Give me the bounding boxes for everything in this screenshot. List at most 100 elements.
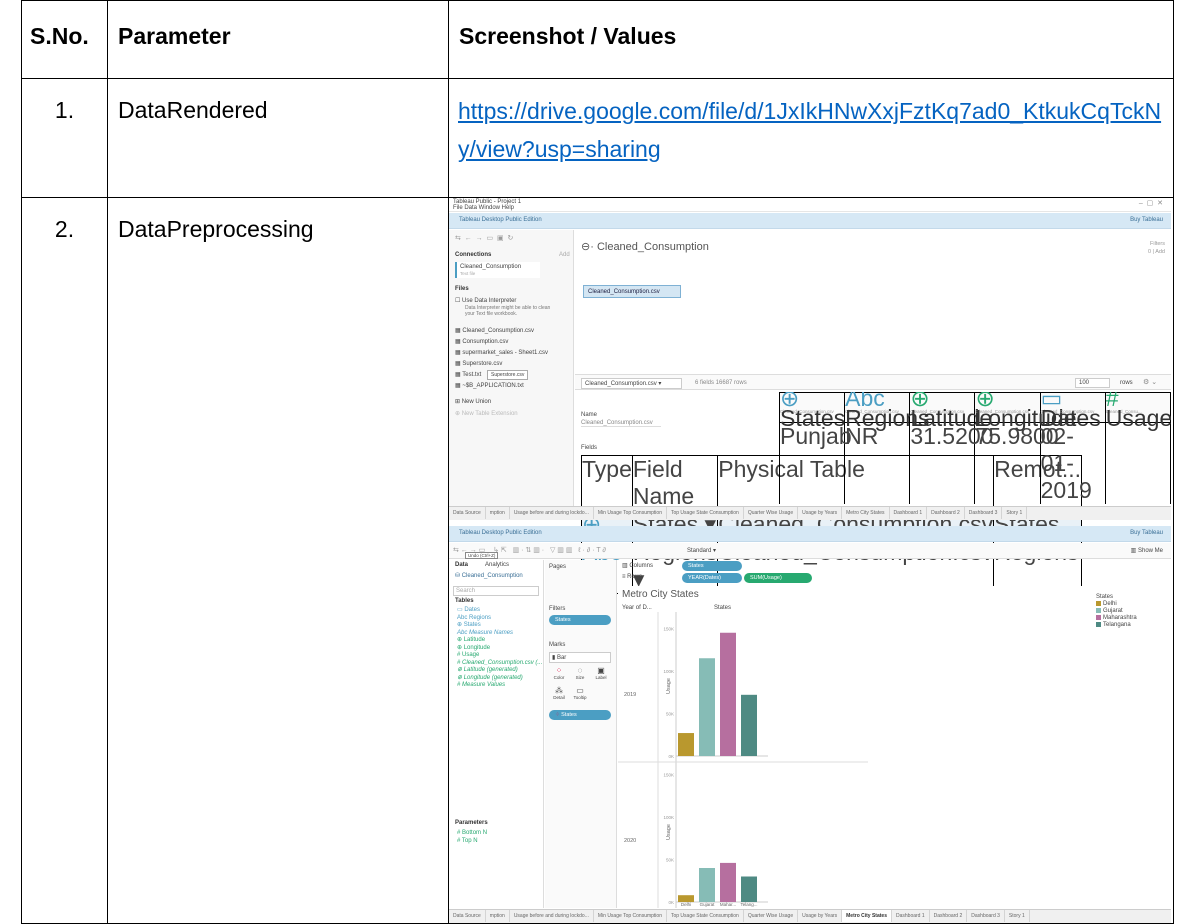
color-button[interactable]: ⁘ Color: [549, 666, 569, 680]
y-tick-label: 100K: [663, 669, 674, 674]
grid-col-header[interactable]: ⊕ Cleaned_Consumption.csv Latitude: [909, 392, 992, 430]
parameter-item[interactable]: # Top N: [457, 837, 487, 845]
grid-col-header[interactable]: ▭ Cleaned_Consumption.csv Dates: [1039, 392, 1106, 430]
new-union-link[interactable]: ⊞ New Union: [455, 398, 491, 405]
bar[interactable]: [741, 694, 757, 756]
sheet-tab[interactable]: Quarter Wise Usage: [744, 910, 799, 922]
new-extension-link[interactable]: ⊕ New Table Extension: [455, 410, 518, 417]
field-item[interactable]: Abc Measure Names: [457, 630, 542, 638]
sheet-tab[interactable]: Quarter Wise Usage: [744, 507, 799, 519]
legend-item[interactable]: Delhi: [1096, 601, 1137, 608]
drive-link[interactable]: https://drive.google.com/file/d/1JxIkHNw…: [449, 79, 1173, 168]
rows-count-input[interactable]: 100: [1075, 378, 1111, 388]
marks-pill-states[interactable]: ⁘ States: [549, 710, 611, 720]
analytics-tab[interactable]: Analytics: [485, 562, 509, 568]
bar[interactable]: [699, 658, 715, 756]
bar[interactable]: [678, 733, 694, 756]
edition-bar-2: Tableau Desktop Public Edition Buy Table…: [449, 526, 1171, 542]
buy-tableau-link[interactable]: Buy Tableau: [1130, 530, 1163, 536]
sheet-tab[interactable]: Dashboard 3: [965, 507, 1003, 519]
window-controls-icon[interactable]: – ▢ ✕: [1139, 199, 1163, 207]
worksheet-toolbar: ⇆ ← → ▭ ↳ ⇱ ▥ · ⇅ ▥ · ▽ ▥ ▥ ℓ · ∂ · T ∂ …: [449, 543, 1171, 559]
grid-col-header[interactable]: ⊕ Cleaned_Consumption.csv Longitude: [974, 392, 1077, 430]
legend-item[interactable]: Gujarat: [1096, 608, 1137, 615]
sheet-tab[interactable]: Top Usage State Consumption: [667, 910, 744, 922]
grid-settings-icon[interactable]: ⚙ ⌄: [1143, 378, 1157, 386]
sheet-tab[interactable]: Dashboard 3: [967, 910, 1005, 922]
sheet-tab[interactable]: Usage by Years: [798, 507, 843, 519]
bar[interactable]: [699, 868, 715, 902]
sheet-tab[interactable]: Metro City States: [842, 507, 890, 519]
file-item[interactable]: ▦ supermarket_sales - Sheet1.csv: [455, 348, 548, 359]
columns-pill-states[interactable]: States: [682, 561, 742, 571]
connection-item[interactable]: Cleaned_Consumption Text file: [455, 262, 540, 278]
sheet-tab[interactable]: Min Usage Top Consumption: [594, 910, 667, 922]
fit-select[interactable]: Standard ▾: [687, 547, 716, 554]
rows-pill-year[interactable]: YEAR(Dates): [682, 573, 742, 583]
field-item[interactable]: ▭ Dates: [457, 607, 542, 615]
sheet-tab[interactable]: Usage before and during lockdo...: [510, 507, 594, 519]
bar[interactable]: [720, 862, 736, 902]
datasource-title[interactable]: ⊖· Cleaned_Consumption: [581, 240, 709, 253]
menu-bar[interactable]: File Data Window Help: [453, 205, 514, 211]
sheet-tab[interactable]: Dashboard 2: [927, 507, 965, 519]
field-item[interactable]: # Cleaned_Consumption.csv (...: [457, 660, 542, 668]
search-input[interactable]: Search: [453, 586, 539, 596]
datasource-link[interactable]: ⛁ Cleaned_Consumption: [455, 572, 523, 579]
grid-source-select[interactable]: Cleaned_Consumption.csv ▾: [581, 378, 683, 389]
sheet-tabs-2: Data Source mption Usage before and during…: [449, 909, 1171, 923]
add-connection-link[interactable]: Add: [559, 252, 570, 258]
field-item[interactable]: ⊕ States: [457, 622, 542, 630]
color-icon: ⁘: [555, 712, 560, 718]
file-item[interactable]: ▦ Cleaned_Consumption.csv: [455, 326, 548, 337]
sheet-tab[interactable]: Dashboard 1: [892, 910, 930, 922]
tooltip-button[interactable]: ▭ Tooltip: [570, 686, 590, 700]
sheet-tab[interactable]: Data Source: [449, 507, 486, 519]
file-item[interactable]: ▦ ~$B_APPLICATION.txt: [455, 381, 548, 392]
sheet-tab[interactable]: Data Source: [449, 910, 486, 922]
field-item[interactable]: ⊕ Longitude (generated): [457, 675, 542, 683]
label-button[interactable]: ▣ Label: [591, 666, 611, 680]
states-header: States: [714, 605, 732, 611]
detail-button[interactable]: ⁂ Detail: [549, 686, 569, 700]
file-item[interactable]: ▦ Consumption.csv: [455, 337, 548, 348]
sheet-tab[interactable]: Dashboard 1: [890, 507, 928, 519]
y-tick-label: 50K: [666, 858, 674, 863]
filter-pill-states[interactable]: States: [549, 615, 611, 625]
bar[interactable]: [678, 895, 694, 902]
parameter-item[interactable]: # Bottom N: [457, 829, 487, 837]
field-item[interactable]: ⊕ Latitude: [457, 637, 542, 645]
sheet-tab[interactable]: Usage before and during lockdo...: [510, 910, 594, 922]
interpreter-checkbox[interactable]: ☐ Use Data Interpreter: [455, 297, 516, 304]
field-item[interactable]: ⊕ Longitude: [457, 645, 542, 653]
legend-item[interactable]: Telangana: [1096, 622, 1137, 629]
canvas-table-tile[interactable]: Cleaned_Consumption.csv: [583, 285, 681, 298]
show-me-button[interactable]: ▥ Show Me: [1131, 547, 1163, 554]
sheet-tab[interactable]: Top Usage State Consumption: [667, 507, 744, 519]
grid-col-header[interactable]: # Cleaned_Consu... Usage: [1104, 392, 1171, 430]
grid-col-header[interactable]: Abc Cleaned_Consumption.csv Regions: [844, 392, 930, 430]
sheet-tab[interactable]: Min Usage Top Consumption: [594, 507, 667, 519]
legend-item[interactable]: Maharashtra: [1096, 615, 1137, 622]
file-item[interactable]: ▦ Superstore.csv: [455, 359, 548, 370]
bar[interactable]: [741, 876, 757, 903]
sheet-tab[interactable]: Story 1: [1002, 507, 1028, 519]
field-item[interactable]: # Usage: [457, 652, 542, 660]
sheet-tab[interactable]: Dashboard 2: [930, 910, 968, 922]
sheet-tab[interactable]: mption: [486, 910, 510, 922]
sheet-tab[interactable]: mption: [486, 507, 510, 519]
bar[interactable]: [720, 632, 736, 756]
grid-col-header[interactable]: ⊕ Cleaned_Consumption.csv States: [779, 392, 845, 430]
data-tab[interactable]: Data: [455, 562, 468, 568]
toolbar-icons[interactable]: ⇆ ← → ▭ ▣ ↻: [455, 234, 513, 242]
size-button[interactable]: ◌ Size: [570, 666, 590, 680]
sheet-tab[interactable]: Metro City States: [842, 910, 892, 922]
sheet-tab[interactable]: Story 1: [1005, 910, 1030, 922]
field-item[interactable]: ⊕ Latitude (generated): [457, 667, 542, 675]
field-item[interactable]: # Measure Values: [457, 682, 542, 690]
sheet-tab[interactable]: Usage by Years: [798, 910, 843, 922]
field-item[interactable]: Abc Regions: [457, 615, 542, 623]
rows-pill-usage[interactable]: SUM(Usage): [744, 573, 812, 583]
mark-type-select[interactable]: ▮ Bar: [549, 652, 611, 663]
buy-tableau-link[interactable]: Buy Tableau: [1130, 217, 1163, 223]
